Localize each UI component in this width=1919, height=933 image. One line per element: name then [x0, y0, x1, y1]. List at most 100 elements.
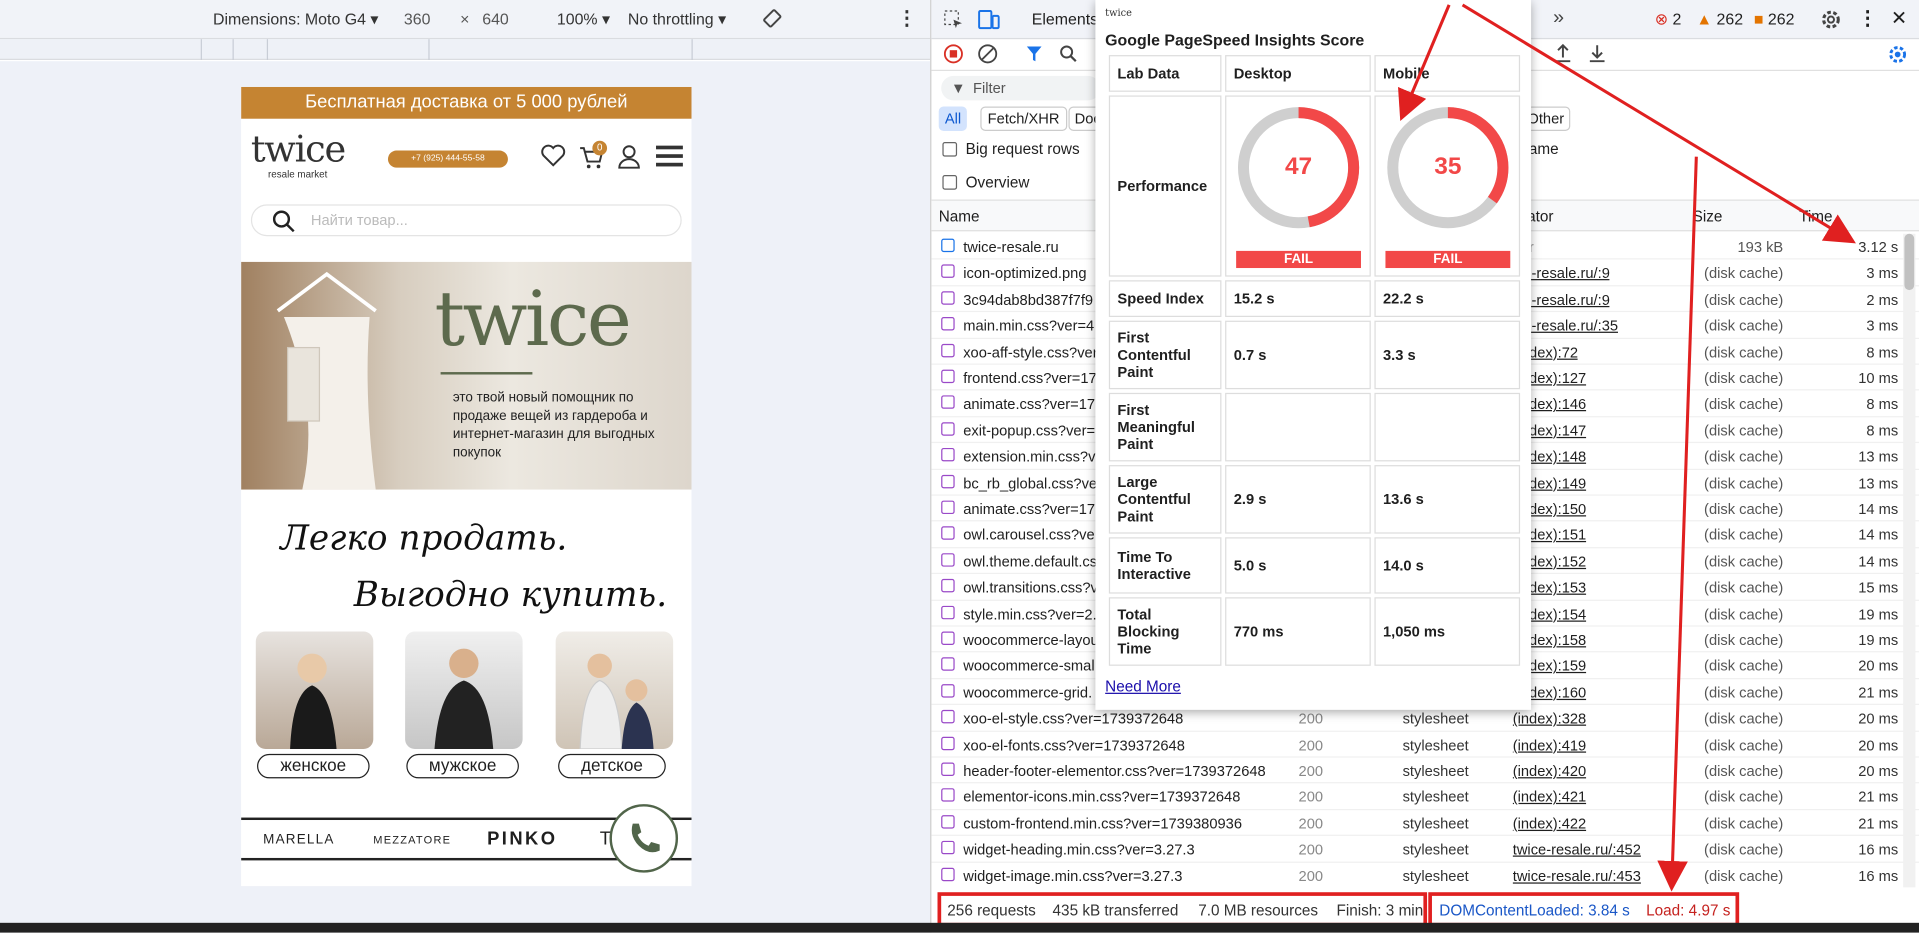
- stylesheet-icon: [941, 579, 955, 593]
- request-status: 200: [1298, 841, 1324, 859]
- brand-marella[interactable]: MARELLA: [263, 832, 334, 847]
- account-icon[interactable]: [617, 143, 641, 174]
- category-button-kids[interactable]: детское: [558, 753, 666, 779]
- category-button-women[interactable]: женское: [257, 753, 370, 779]
- request-type: stylesheet: [1402, 814, 1469, 833]
- category-image-men[interactable]: [405, 631, 523, 750]
- issues-count[interactable]: ■ 262: [1754, 10, 1795, 28]
- cart-count-badge: 0: [592, 140, 608, 156]
- request-time: 13 ms: [1858, 448, 1899, 466]
- filter-input[interactable]: ▼ Filter: [941, 75, 1101, 101]
- throttle-select[interactable]: No throttling ▾: [628, 10, 726, 30]
- big-rows-checkbox[interactable]: [942, 141, 958, 157]
- more-tabs-icon[interactable]: »: [1553, 7, 1564, 29]
- metric-label: Total Blocking Time: [1108, 597, 1222, 666]
- header-lab-data: Lab Data: [1108, 55, 1222, 92]
- search-icon-devtools[interactable]: [1059, 44, 1079, 64]
- header-mobile: Mobile: [1374, 55, 1521, 92]
- request-size: (disk cache): [1704, 710, 1784, 728]
- hero-text: это твой новый помощник по продаже вещей…: [452, 390, 655, 461]
- warning-count[interactable]: ▲ 262: [1696, 10, 1743, 28]
- stylesheet-icon: [941, 474, 955, 488]
- request-initiator[interactable]: (index):419: [1513, 736, 1586, 753]
- metric-desktop: 15.2 s: [1225, 280, 1371, 317]
- upload-icon[interactable]: [1553, 43, 1573, 65]
- col-name[interactable]: Name: [939, 208, 980, 225]
- zoom-select[interactable]: 100% ▾: [557, 10, 610, 30]
- request-initiator[interactable]: twice-resale.ru/:453: [1513, 867, 1641, 884]
- request-row[interactable]: elementor-icons.min.css?ver=1739372648 20…: [931, 784, 1919, 810]
- request-initiator[interactable]: twice-resale.ru/:452: [1513, 841, 1641, 858]
- width-input[interactable]: 360: [404, 10, 431, 28]
- clear-icon[interactable]: [978, 44, 998, 64]
- stylesheet-icon: [941, 395, 955, 410]
- stylesheet-icon: [941, 291, 955, 305]
- status-summary: 256 requests 435 kB transferred 7.0 MB r…: [937, 892, 1428, 927]
- inspect-icon[interactable]: [944, 10, 964, 30]
- record-icon[interactable]: [943, 44, 964, 64]
- category-button-men[interactable]: мужское: [406, 753, 519, 779]
- category-image-women[interactable]: [255, 631, 374, 750]
- height-input[interactable]: 640: [482, 10, 509, 28]
- category-image-kids[interactable]: [555, 631, 674, 750]
- stylesheet-icon: [941, 605, 955, 619]
- overview-checkbox[interactable]: [942, 175, 958, 190]
- col-size[interactable]: Size: [1693, 208, 1723, 225]
- request-size: (disk cache): [1704, 841, 1784, 859]
- status-transferred: 435 kB transferred: [1052, 902, 1179, 920]
- filter-funnel-icon[interactable]: [1026, 44, 1043, 64]
- search-input[interactable]: Найти товар...: [311, 212, 408, 229]
- tab-elements[interactable]: Elements: [1032, 10, 1098, 28]
- metric-mobile: [1374, 392, 1521, 462]
- more-options-icon[interactable]: ⋮: [897, 6, 917, 30]
- performance-label: Performance: [1108, 95, 1222, 277]
- request-row[interactable]: widget-image.min.css?ver=3.27.3 200 styles…: [931, 862, 1919, 888]
- request-initiator[interactable]: (index):328: [1513, 710, 1586, 727]
- settings-gear-icon[interactable]: [1820, 9, 1842, 31]
- request-size: (disk cache): [1704, 683, 1784, 702]
- metric-label: Speed Index: [1108, 280, 1222, 317]
- stylesheet-icon: [941, 421, 955, 436]
- overview-label: Overview: [965, 173, 1030, 191]
- wishlist-icon[interactable]: [540, 143, 567, 171]
- download-icon[interactable]: [1587, 43, 1607, 65]
- call-button[interactable]: [609, 804, 679, 873]
- filter-placeholder: Filter: [973, 79, 1006, 97]
- brand-mezzatore[interactable]: MEZZATORE: [373, 833, 451, 845]
- close-devtools-icon[interactable]: ✕: [1891, 6, 1907, 30]
- request-time: 13 ms: [1858, 474, 1899, 492]
- request-row[interactable]: custom-frontend.min.css?ver=1739380936 20…: [931, 810, 1919, 837]
- request-time: 20 ms: [1858, 710, 1899, 728]
- site-logo[interactable]: twice: [251, 129, 346, 172]
- network-settings-icon[interactable]: [1887, 44, 1908, 65]
- request-row[interactable]: widget-heading.min.css?ver=3.27.3 200 styl…: [931, 836, 1919, 863]
- mobile-score: 35: [1434, 152, 1462, 180]
- status-resources: 7.0 MB resources: [1198, 902, 1319, 920]
- request-time: 19 ms: [1858, 631, 1899, 649]
- search-bar[interactable]: Найти товар...: [250, 204, 682, 237]
- error-count[interactable]: ⊗ 2: [1655, 10, 1682, 30]
- request-initiator[interactable]: (index):422: [1513, 815, 1586, 832]
- chip-all[interactable]: All: [938, 106, 968, 131]
- metric-desktop: 0.7 s: [1225, 320, 1371, 390]
- request-row[interactable]: header-footer-elementor.css?ver=17393726…: [931, 758, 1919, 784]
- menu-icon[interactable]: [656, 144, 683, 172]
- brand-pinko[interactable]: PINKO: [487, 829, 557, 850]
- request-initiator[interactable]: (index):421: [1513, 789, 1586, 806]
- need-more-link[interactable]: Need More: [1105, 678, 1181, 695]
- request-status: 200: [1298, 736, 1324, 754]
- col-time[interactable]: Time: [1799, 208, 1832, 225]
- taskbar-strip: [0, 922, 1919, 933]
- rotate-icon[interactable]: [761, 7, 783, 33]
- request-initiator[interactable]: (index):420: [1513, 762, 1586, 779]
- phone-pill[interactable]: +7 (925) 444-55-58: [387, 150, 508, 168]
- chip-fetch-xhr[interactable]: Fetch/XHR: [980, 106, 1067, 131]
- requests-scrollbar[interactable]: [1903, 233, 1916, 888]
- dimensions-select[interactable]: Dimensions: Moto G4 ▾: [213, 10, 378, 30]
- devtools-menu-icon[interactable]: ⋮: [1858, 6, 1878, 30]
- request-row[interactable]: xoo-el-fonts.css?ver=1739372648 200 styles…: [931, 731, 1919, 758]
- request-size: (disk cache): [1704, 500, 1784, 518]
- device-mode-icon[interactable]: [978, 10, 1000, 30]
- hero-banner[interactable]: twice это твой новый помощник по продаже…: [241, 261, 692, 490]
- request-time: 21 ms: [1858, 814, 1899, 833]
